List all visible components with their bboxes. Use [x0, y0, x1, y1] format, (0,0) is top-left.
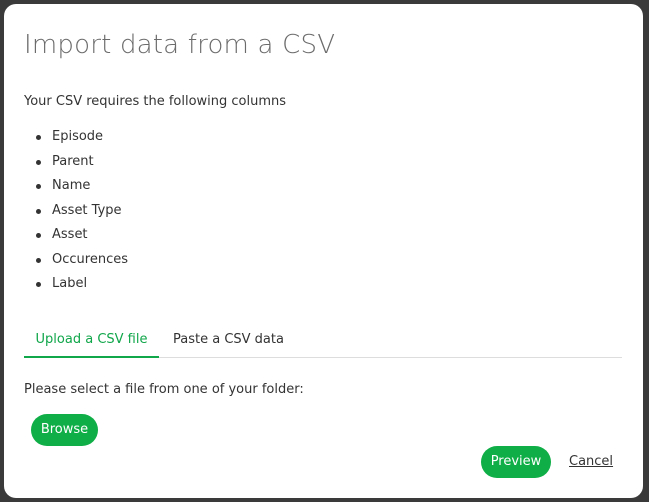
- bullet-icon: [36, 257, 41, 263]
- select-file-instructions: Please select a file from one of your fo…: [24, 382, 304, 397]
- list-item: Parent: [32, 153, 128, 178]
- columns-intro-text: Your CSV requires the following columns: [24, 94, 287, 109]
- column-name: Asset Type: [52, 202, 122, 218]
- browse-button[interactable]: Browse: [31, 414, 98, 446]
- column-name: Label: [52, 276, 88, 291]
- list-item: Asset Type: [32, 202, 128, 227]
- required-columns-list: Episode Parent Name Asset Type Asset Occ…: [32, 128, 128, 300]
- bullet-icon: [36, 135, 41, 140]
- list-item: Label: [32, 275, 128, 300]
- import-method-tabs: Upload a CSV file Paste a CSV data: [24, 326, 622, 358]
- column-name: Parent: [52, 153, 94, 169]
- bullet-icon: [36, 282, 41, 287]
- bullet-icon: [36, 184, 41, 189]
- bullet-icon: [36, 233, 41, 238]
- tab-paste-csv[interactable]: Paste a CSV data: [173, 326, 284, 357]
- bullet-icon: [36, 208, 41, 214]
- column-name: Occurences: [52, 251, 128, 267]
- dialog-title: Import data from a CSV: [24, 30, 336, 60]
- tab-upload-csv[interactable]: Upload a CSV file: [24, 326, 159, 358]
- list-item: Name: [32, 177, 128, 202]
- list-item: Asset: [32, 226, 128, 251]
- bullet-icon: [36, 159, 41, 165]
- list-item: Occurences: [32, 251, 128, 276]
- preview-button[interactable]: Preview: [481, 446, 551, 478]
- column-name: Name: [52, 178, 91, 193]
- column-name: Asset: [52, 227, 88, 242]
- cancel-link[interactable]: Cancel: [569, 454, 613, 469]
- list-item: Episode: [32, 128, 128, 153]
- import-csv-dialog: Import data from a CSV Your CSV requires…: [4, 4, 643, 498]
- column-name: Episode: [52, 129, 104, 144]
